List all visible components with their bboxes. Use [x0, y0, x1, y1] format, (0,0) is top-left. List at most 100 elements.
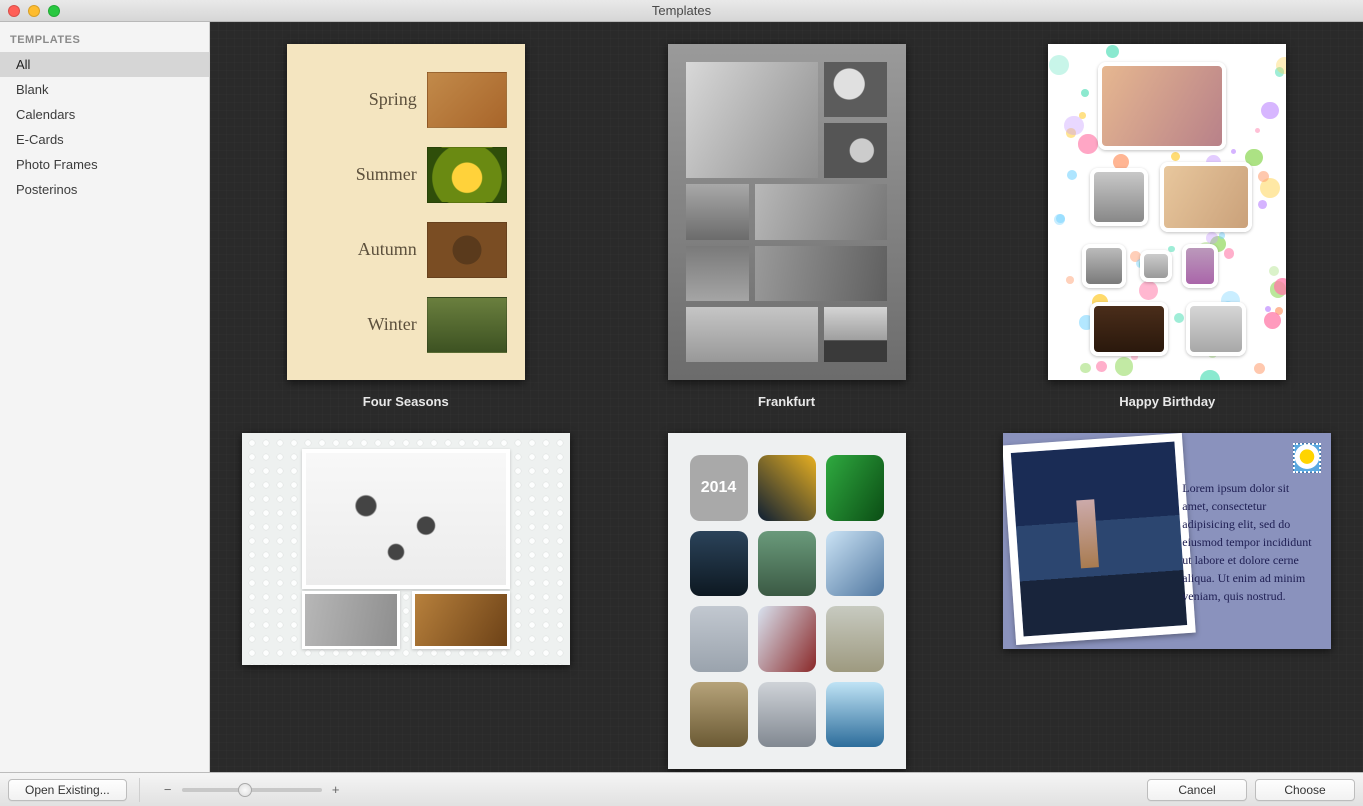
confetti-dot: [1096, 361, 1107, 372]
photo-placeholder: [758, 455, 816, 521]
sidebar-item-all[interactable]: All: [0, 52, 209, 77]
template-thumbnail: [668, 44, 906, 380]
season-label: Spring: [369, 89, 417, 110]
template-name-label: Four Seasons: [363, 394, 449, 409]
minimize-window-button[interactable]: [28, 5, 40, 17]
confetti-dot: [1171, 152, 1180, 161]
photo-placeholder: [427, 297, 507, 353]
season-label: Autumn: [358, 239, 417, 260]
template-name-label: Happy Birthday: [1119, 394, 1215, 409]
photo-placeholder: [412, 591, 510, 649]
confetti-dot: [1200, 370, 1220, 380]
confetti-dot: [1206, 232, 1218, 244]
confetti-dot: [1269, 266, 1279, 276]
confetti-dot: [1056, 214, 1065, 223]
photo-placeholder: [427, 222, 507, 278]
photo-placeholder: [1160, 162, 1252, 232]
titlebar: Templates: [0, 0, 1363, 22]
confetti-dot: [1261, 102, 1279, 120]
sidebar-item-posterinos[interactable]: Posterinos: [0, 177, 209, 202]
template-thumbnail: [242, 433, 570, 665]
season-label: Summer: [356, 164, 417, 185]
sidebar-item-calendars[interactable]: Calendars: [0, 102, 209, 127]
open-existing-button[interactable]: Open Existing...: [8, 779, 127, 801]
sidebar-item-photo-frames[interactable]: Photo Frames: [0, 152, 209, 177]
footer-bar: Open Existing... − + Cancel Choose: [0, 772, 1363, 806]
confetti-dot: [1081, 89, 1090, 98]
confetti-dot: [1219, 232, 1225, 238]
confetti-dot: [1254, 363, 1265, 374]
photo-placeholder: [1090, 168, 1148, 226]
confetti-dot: [1080, 363, 1091, 374]
photo-placeholder: [686, 62, 819, 178]
photo-placeholder: [826, 606, 884, 672]
photo-placeholder: [427, 72, 507, 128]
template-grid[interactable]: Spring Summer Autumn Winter Four Seasons: [210, 22, 1363, 772]
confetti-dot: [1231, 149, 1236, 154]
zoom-out-icon[interactable]: −: [160, 782, 176, 797]
template-thumbnail: Lorem ipsum dolor sit amet, consectetur …: [1003, 433, 1331, 649]
photo-placeholder: [686, 184, 749, 239]
separator: [139, 778, 140, 802]
photo-placeholder: [755, 184, 888, 239]
confetti-dot: [1224, 248, 1235, 259]
confetti-dot: [1079, 112, 1086, 119]
photo-placeholder: [1090, 302, 1168, 356]
photo-placeholder: [826, 682, 884, 748]
sidebar-header: TEMPLATES: [0, 30, 209, 52]
zoom-slider-track: [182, 788, 322, 792]
template-tile-happy-birthday[interactable]: Happy Birthday: [982, 44, 1352, 409]
window-controls: [0, 5, 60, 17]
photo-placeholder: [686, 246, 749, 301]
photo-placeholder: [758, 531, 816, 597]
year-badge: 2014: [690, 455, 748, 521]
zoom-slider-thumb[interactable]: [238, 783, 252, 797]
photo-placeholder: [690, 531, 748, 597]
confetti-dot: [1106, 45, 1119, 58]
confetti-dot: [1264, 312, 1281, 329]
zoom-window-button[interactable]: [48, 5, 60, 17]
photo-placeholder: [1082, 244, 1126, 288]
photo-placeholder: [1182, 244, 1218, 288]
photo-placeholder: [302, 591, 400, 649]
template-thumbnail: 2014: [668, 433, 906, 769]
photo-placeholder: [824, 62, 887, 117]
stamp-icon: [1293, 443, 1321, 473]
confetti-dot: [1115, 357, 1133, 375]
photo-placeholder: [427, 147, 507, 203]
photo-placeholder: [758, 682, 816, 748]
photo-placeholder: [686, 307, 819, 362]
photo-placeholder: [824, 123, 887, 178]
confetti-dot: [1174, 313, 1184, 323]
template-name-label: Frankfurt: [758, 394, 815, 409]
zoom-in-icon[interactable]: +: [328, 782, 344, 797]
photo-placeholder: [826, 531, 884, 597]
zoom-slider[interactable]: [182, 782, 322, 798]
template-tile[interactable]: [221, 433, 591, 769]
photo-placeholder: [1186, 302, 1246, 356]
template-tile-four-seasons[interactable]: Spring Summer Autumn Winter Four Seasons: [221, 44, 591, 409]
photo-placeholder: [758, 606, 816, 672]
template-tile[interactable]: 2014: [602, 433, 972, 769]
confetti-dot: [1258, 200, 1267, 209]
confetti-dot: [1066, 276, 1074, 284]
template-thumbnail: Spring Summer Autumn Winter: [287, 44, 525, 380]
photo-placeholder: [302, 449, 510, 589]
photo-placeholder: [826, 455, 884, 521]
confetti-dot: [1064, 116, 1083, 135]
confetti-dot: [1049, 55, 1069, 75]
photo-placeholder: [1140, 250, 1172, 282]
template-tile-frankfurt[interactable]: Frankfurt: [602, 44, 972, 409]
photo-placeholder: [1003, 433, 1196, 645]
close-window-button[interactable]: [8, 5, 20, 17]
sidebar: TEMPLATES AllBlankCalendarsE-CardsPhoto …: [0, 22, 210, 772]
choose-button[interactable]: Choose: [1255, 779, 1355, 801]
photo-placeholder: [690, 682, 748, 748]
sidebar-item-e-cards[interactable]: E-Cards: [0, 127, 209, 152]
template-tile[interactable]: Lorem ipsum dolor sit amet, consectetur …: [982, 433, 1352, 769]
cancel-button[interactable]: Cancel: [1147, 779, 1247, 801]
sidebar-item-blank[interactable]: Blank: [0, 77, 209, 102]
photo-placeholder: [1098, 62, 1226, 150]
window-title: Templates: [0, 3, 1363, 18]
confetti-dot: [1255, 128, 1260, 133]
